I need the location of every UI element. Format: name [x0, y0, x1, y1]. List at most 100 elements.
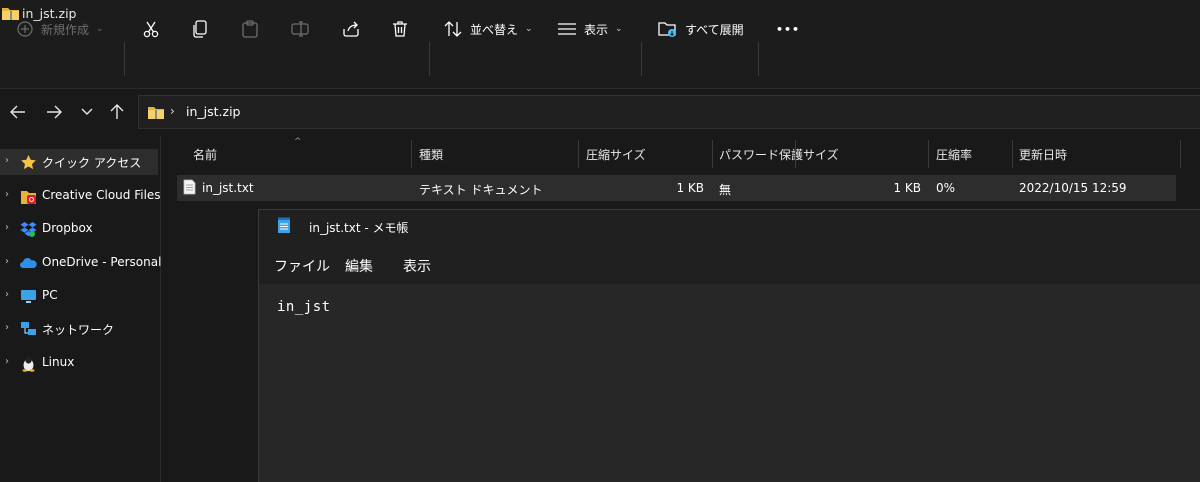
sidebar-item-linux[interactable]: › Linux [0, 350, 158, 376]
paste-button[interactable] [242, 14, 258, 44]
toolbar-divider [124, 42, 125, 76]
forward-button[interactable] [42, 100, 66, 124]
rename-icon [291, 21, 309, 37]
rename-button[interactable] [291, 14, 309, 44]
chevron-down-icon: ⌄ [96, 24, 104, 34]
notepad-text-area[interactable] [259, 284, 1200, 482]
address-bar[interactable] [138, 95, 1200, 129]
column-header-modified[interactable]: 更新日時 [1019, 146, 1067, 168]
file-ratio: 0% [936, 181, 956, 195]
expand-chevron-icon[interactable]: › [5, 256, 9, 267]
column-header-compressed-size[interactable]: 圧縮サイズ [586, 146, 646, 168]
sidebar-item-label: Linux [42, 355, 75, 369]
expand-chevron-icon[interactable]: › [5, 155, 9, 166]
file-compressed-size: 1 KB [676, 181, 704, 195]
sidebar-item-label: クイック アクセス [42, 156, 142, 170]
copy-button[interactable] [192, 14, 208, 44]
dropbox-icon [20, 222, 37, 237]
star-icon [21, 155, 36, 170]
expand-chevron-icon[interactable]: › [5, 289, 9, 300]
file-password: 無 [719, 183, 732, 197]
column-header-name[interactable]: 名前 [193, 146, 217, 168]
notepad-content[interactable]: in_jst [277, 299, 331, 315]
file-name[interactable]: in_jst.txt [202, 181, 254, 195]
sidebar-item-label: OneDrive - Personal [42, 255, 162, 269]
breadcrumb-chevron-icon[interactable]: › [170, 104, 175, 118]
sidebar-item-label: PC [42, 288, 58, 302]
column-header-size[interactable]: サイズ [803, 146, 839, 168]
sort-icon [444, 21, 462, 37]
file-modified: 2022/10/15 12:59 [1019, 181, 1127, 195]
chevron-down-icon: ⌄ [525, 24, 533, 34]
view-button[interactable]: 表示 ⌄ [558, 14, 623, 44]
column-divider[interactable] [1180, 140, 1181, 168]
menu-file[interactable]: ファイル [274, 256, 330, 276]
sidebar-item-label: Creative Cloud Files [42, 188, 161, 202]
scissors-icon [143, 21, 159, 38]
expand-chevron-icon[interactable]: › [5, 189, 9, 200]
column-header-password[interactable]: パスワード保護 [719, 146, 803, 168]
more-icon: ••• [776, 22, 801, 36]
notepad-icon [278, 217, 290, 233]
linux-icon [22, 356, 35, 372]
trash-icon [393, 21, 407, 37]
toolbar-divider [758, 42, 759, 76]
recent-locations-button[interactable] [75, 100, 99, 124]
sidebar-item-onedrive[interactable]: › OneDrive - Personal [0, 250, 162, 276]
sort-ascending-icon: ^ [294, 137, 302, 147]
network-icon [21, 322, 36, 335]
toolbar-divider [641, 42, 642, 76]
extract-folder-icon [658, 21, 676, 37]
sidebar-item-label: ネットワーク [42, 323, 115, 337]
arrow-right-icon [47, 105, 62, 119]
onedrive-icon [20, 258, 37, 268]
new-button-label: 新規作成 [41, 22, 90, 37]
arrow-up-icon [110, 104, 124, 119]
column-divider[interactable] [411, 140, 412, 168]
sort-label: 並べ替え [470, 22, 519, 37]
breadcrumb-item[interactable]: in_jst.zip [186, 104, 240, 119]
up-button[interactable] [105, 100, 129, 124]
sidebar-item-quick-access[interactable]: › クイック アクセス [0, 149, 158, 175]
arrow-left-icon [10, 105, 25, 119]
expand-chevron-icon[interactable]: › [5, 322, 9, 333]
plus-circle-icon [17, 21, 33, 37]
extract-all-label: すべて展開 [685, 22, 744, 37]
paste-icon [242, 20, 258, 38]
file-size: 1 KB [893, 181, 921, 195]
back-button[interactable] [6, 100, 30, 124]
sort-button[interactable]: 並べ替え ⌄ [444, 14, 533, 44]
delete-button[interactable] [392, 14, 408, 44]
column-header-ratio[interactable]: 圧縮率 [936, 146, 972, 168]
column-divider[interactable] [928, 140, 929, 168]
new-button[interactable]: 新規作成 ⌄ [17, 14, 104, 44]
sidebar-item-dropbox[interactable]: › Dropbox [0, 216, 158, 242]
chevron-down-icon: ⌄ [615, 24, 623, 34]
share-button[interactable] [342, 14, 360, 44]
column-header-type[interactable]: 種類 [419, 146, 443, 168]
sidebar-item-label: Dropbox [42, 221, 93, 235]
more-options-button[interactable]: ••• [776, 14, 800, 44]
expand-chevron-icon[interactable]: › [5, 356, 9, 367]
share-icon [343, 21, 359, 37]
extract-all-button[interactable]: すべて展開 [658, 14, 744, 44]
menu-edit[interactable]: 編集 [345, 256, 373, 276]
column-divider[interactable] [578, 140, 579, 168]
cut-button[interactable] [142, 14, 160, 44]
column-divider[interactable] [795, 140, 796, 168]
list-view-icon [558, 23, 576, 35]
column-divider[interactable] [1012, 140, 1013, 168]
text-file-icon [183, 179, 196, 195]
sidebar-item-network[interactable]: › ネットワーク [0, 316, 158, 342]
column-divider[interactable] [712, 140, 713, 168]
copy-icon [193, 20, 207, 38]
menu-view[interactable]: 表示 [403, 256, 431, 276]
pc-icon [21, 290, 36, 303]
view-label: 表示 [584, 22, 609, 37]
sidebar-item-pc[interactable]: › PC [0, 283, 158, 309]
notepad-title: in_jst.txt - メモ帳 [309, 221, 409, 235]
sidebar-item-creative-cloud[interactable]: › Creative Cloud Files [0, 183, 161, 209]
zip-folder-icon [148, 107, 164, 119]
expand-chevron-icon[interactable]: › [5, 222, 9, 233]
creative-cloud-icon [21, 191, 36, 204]
